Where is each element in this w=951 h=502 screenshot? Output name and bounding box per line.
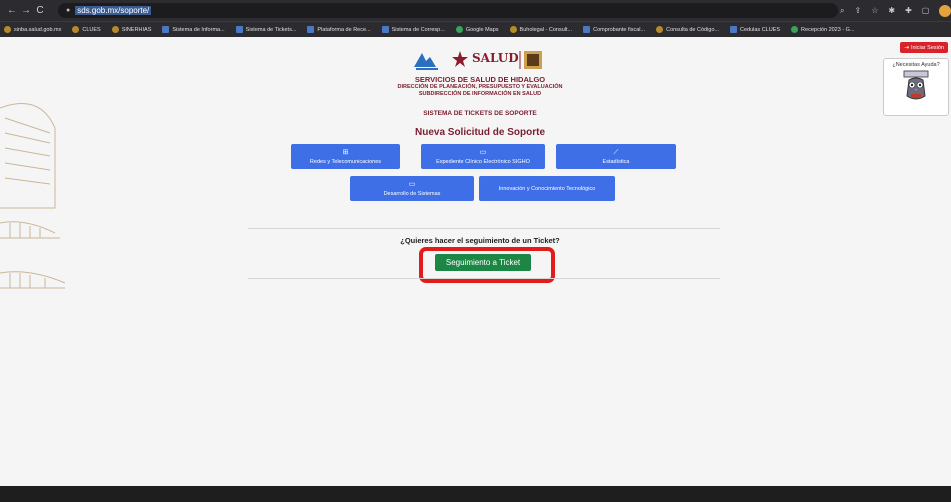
bookmark-item[interactable]: Sistema de Informa... [162,26,225,33]
monitor-icon: ▭ [408,180,416,188]
map-pin-icon [455,26,463,33]
globe-icon [111,26,119,33]
bookmark-item[interactable]: Plataforma de Rece... [307,26,371,33]
toolbar-icons: ⌕ ⇪ ☆ ✱ ✚ ▢ [840,4,951,17]
divider-bottom [248,278,720,279]
back-icon[interactable]: ← [5,5,19,16]
category-button-sigho[interactable]: ▭ Expediente Clínico Electrónico SIGHO [421,144,545,169]
profile-avatar[interactable] [939,4,951,17]
globe-icon [4,26,11,33]
category-button-innovacion[interactable]: Innovación y Conocimiento Tecnológico [479,176,615,201]
owl-mascot-icon [903,70,929,100]
divider-top [248,228,720,229]
tracking-question: ¿Quieres hacer el seguimiento de un Tick… [400,236,560,245]
bookmark-item[interactable]: sinba.salud.gob.mx [4,26,61,33]
bookmarks-bar: sinba.salud.gob.mx CLUES SINERHIAS Siste… [0,21,951,37]
page-content: ⇥ Iniciar Sesión ¿Necesitas Ayuda? SALUD… [0,38,951,486]
chart-icon: ⟋ [613,148,619,156]
globe-icon [656,26,664,33]
bookmark-item[interactable]: Google Maps [455,26,499,33]
system-name: SISTEMA DE TICKETS DE SOPORTE [423,110,537,117]
share-icon[interactable]: ⇪ [854,6,861,15]
category-button-desarrollo[interactable]: ▭ Desarrollo de Sistemas [350,176,474,201]
doc-icon [235,26,243,33]
globe-icon [72,26,80,33]
url-text: sds.gob.mx/soporte/ [75,6,152,15]
doc-icon [162,26,170,33]
zoom-icon[interactable]: ⌕ [840,6,844,16]
sidepanel-icon[interactable]: ▢ [922,6,930,15]
bookmark-item[interactable]: Sistema de Tickets... [235,26,296,33]
subdept-name: SUBDIRECCIÓN DE INFORMACIÓN EN SALUD [418,91,542,97]
star-icon[interactable]: ☆ [871,6,878,15]
lock-icon: ● [66,7,71,14]
bookmark-item[interactable]: Consulta de Código... [656,26,719,33]
browser-toolbar: ← → C ● sds.gob.mx/soporte/ ⌕ ⇪ ☆ ✱ ✚ ▢ [0,0,951,21]
doc-icon [381,26,389,33]
bookmark-item[interactable]: Comprobante fiscal... [583,26,645,33]
decorative-illustration [0,103,66,289]
category-button-redes[interactable]: ⊞ Redes y Telecomunicaciones [291,144,400,169]
bookmark-item[interactable]: Recepción 2023 - G... [791,26,855,33]
doc-icon [307,26,315,33]
browser-window: ← → C ● sds.gob.mx/soporte/ ⌕ ⇪ ☆ ✱ ✚ ▢ … [0,0,951,502]
category-button-estadistica[interactable]: ⟋ Estadística [556,144,676,169]
salud-logo: SALUD [412,49,552,73]
dept-name: DIRECCIÓN DE PLANEACIÓN, PRESUPUESTO Y E… [397,84,563,90]
org-name: SERVICIOS DE SALUD DE HIDALGO [414,75,546,84]
monitor-icon: ▭ [479,148,487,156]
drive-icon [791,26,799,33]
taskbar [0,486,951,502]
bookmark-item[interactable]: Sistema de Corresp... [381,26,445,33]
bookmark-item[interactable]: SINERHIAS [111,26,151,33]
salud-wordmark: SALUD [472,51,519,65]
reload-icon[interactable]: C [33,5,47,16]
network-icon: ⊞ [342,148,349,156]
page-title: Nueva Solicitud de Soporte [414,127,546,138]
globe-icon [509,26,517,33]
bookmark-item[interactable]: Buholegal - Consult... [509,26,572,33]
login-icon: ⇥ [904,44,909,51]
bookmark-item[interactable]: Cedulas CLUES [730,26,780,33]
login-button[interactable]: ⇥ Iniciar Sesión [900,42,948,53]
extension-icon[interactable]: ✱ [888,6,895,15]
doc-icon [730,26,737,33]
bookmark-item[interactable]: CLUES [72,26,101,33]
help-widget[interactable]: ¿Necesitas Ayuda? [883,58,949,116]
address-bar[interactable]: ● sds.gob.mx/soporte/ [58,3,838,18]
doc-icon [583,26,591,33]
puzzle-icon[interactable]: ✚ [905,6,912,15]
forward-icon[interactable]: → [19,5,33,16]
